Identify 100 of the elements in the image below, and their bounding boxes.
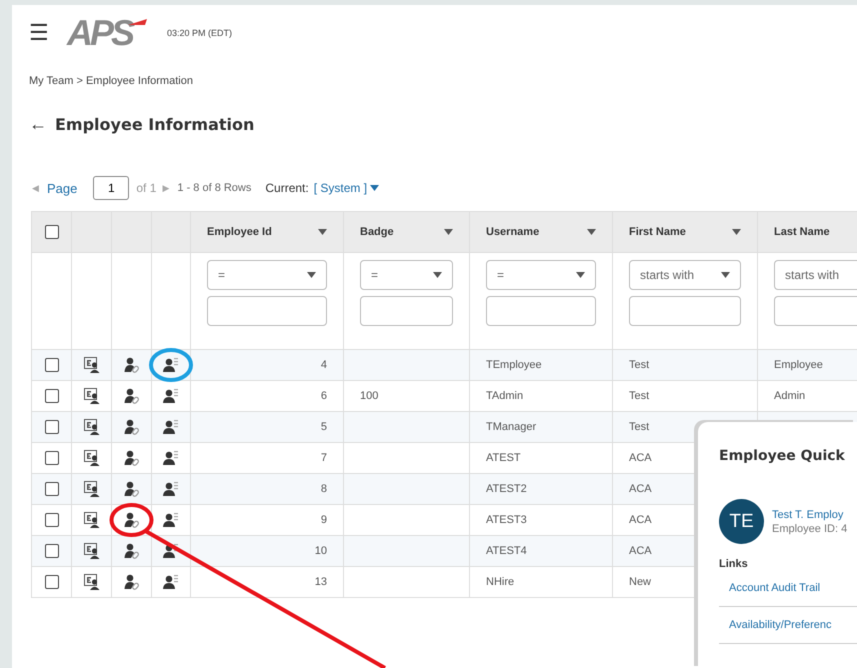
checkbox[interactable]: [44, 451, 58, 465]
table-cell: Admin: [774, 390, 806, 402]
table-cell: Employee: [774, 359, 823, 371]
table-cell: ATEST3: [486, 514, 527, 526]
table-cell: NHire: [486, 576, 514, 588]
page-input[interactable]: 1: [93, 176, 130, 200]
caret-icon: [721, 272, 730, 278]
checkbox[interactable]: [44, 358, 58, 372]
column-header[interactable]: Last Name: [774, 226, 830, 238]
table-cell: New: [629, 576, 652, 588]
column-header[interactable]: Badge: [360, 226, 394, 238]
person-list-icon[interactable]: [163, 543, 179, 559]
caret-icon: [318, 229, 327, 235]
employee-name-link[interactable]: Test T. Employ: [772, 508, 848, 520]
table-cell: Test: [629, 421, 650, 433]
table-cell: 9: [320, 514, 327, 526]
table-cell: TManager: [486, 421, 536, 433]
table-cell: ACA: [629, 545, 652, 557]
filter-dropdown[interactable]: =: [207, 260, 327, 290]
person-link-icon[interactable]: [124, 574, 140, 590]
link[interactable]: Account Audit Trail: [729, 582, 820, 594]
table-cell: 10: [314, 545, 327, 557]
checkbox[interactable]: [44, 420, 58, 434]
person-list-icon[interactable]: [163, 419, 179, 435]
contact-card-icon[interactable]: [84, 419, 100, 435]
caret-icon: [370, 185, 380, 191]
filter-dropdown[interactable]: =: [486, 260, 596, 290]
person-list-icon[interactable]: [163, 388, 179, 404]
person-link-icon[interactable]: [124, 388, 140, 404]
person-link-icon[interactable]: [124, 450, 140, 466]
contact-card-icon[interactable]: [84, 512, 100, 528]
table-cell: 6: [320, 390, 327, 402]
column-header[interactable]: Username: [486, 226, 540, 238]
person-link-icon[interactable]: [124, 357, 140, 373]
filter-dropdown[interactable]: starts with: [774, 260, 857, 290]
person-link-icon[interactable]: [124, 419, 140, 435]
contact-card-icon[interactable]: [84, 574, 100, 590]
table-cell: Test: [629, 359, 650, 371]
table-cell: Test: [629, 390, 650, 402]
current-label: Current:: [265, 181, 309, 195]
person-list-icon[interactable]: [163, 357, 179, 373]
person-list-icon[interactable]: [163, 512, 179, 528]
view-selector[interactable]: [ System ]: [314, 181, 368, 195]
page-title: Employee Information: [55, 114, 254, 134]
caret-icon: [307, 272, 316, 278]
caret-icon: [587, 229, 596, 235]
checkbox[interactable]: [44, 544, 58, 558]
table-cell: TAdmin: [486, 390, 524, 402]
filter-field[interactable]: [486, 296, 596, 326]
caret-icon: [732, 229, 741, 235]
caret-icon: [433, 272, 442, 278]
column-header[interactable]: Employee Id: [207, 226, 272, 238]
contact-card-icon[interactable]: [84, 481, 100, 497]
table-cell: 8: [320, 483, 327, 495]
link[interactable]: Availability/Preferenc: [729, 619, 832, 631]
contact-card-icon[interactable]: [84, 357, 100, 373]
table-cell: ATEST2: [486, 483, 527, 495]
row-range: 1 - 8 of 8 Rows: [177, 182, 252, 194]
person-list-icon[interactable]: [163, 574, 179, 590]
menu-button[interactable]: ☰: [29, 20, 51, 46]
checkbox[interactable]: [44, 389, 58, 403]
back-button[interactable]: ←: [29, 114, 47, 134]
checkbox[interactable]: [44, 513, 58, 527]
table-cell: ACA: [629, 483, 652, 495]
contact-card-icon[interactable]: [84, 450, 100, 466]
person-link-icon[interactable]: [124, 481, 140, 497]
table-cell: ATEST: [486, 452, 521, 464]
page-count: of 1: [136, 181, 156, 195]
table-cell: 13: [314, 576, 327, 588]
table-cell: 100: [360, 390, 378, 402]
filter-field[interactable]: [360, 296, 453, 326]
caret-icon: [444, 229, 453, 235]
person-list-icon[interactable]: [163, 450, 179, 466]
table-cell: TEmployee: [486, 359, 542, 371]
page-label: Page: [47, 180, 78, 196]
avatar: TE: [719, 499, 764, 544]
column-header[interactable]: First Name: [629, 226, 686, 238]
table-cell: ACA: [629, 452, 652, 464]
filter-field[interactable]: [629, 296, 741, 326]
table-cell: 5: [320, 421, 327, 433]
section-label: Links: [719, 558, 749, 570]
person-link-icon[interactable]: [124, 512, 140, 528]
filter-dropdown[interactable]: =: [360, 260, 453, 290]
table-cell: ATEST4: [486, 545, 527, 557]
caret-icon: [576, 272, 585, 278]
contact-card-icon[interactable]: [84, 388, 100, 404]
table-cell: 7: [320, 452, 327, 464]
filter-field[interactable]: [207, 296, 327, 326]
person-list-icon[interactable]: [163, 481, 179, 497]
table-cell: ACA: [629, 514, 652, 526]
checkbox[interactable]: [44, 575, 58, 589]
checkbox[interactable]: [44, 482, 58, 496]
contact-card-icon[interactable]: [84, 543, 100, 559]
person-link-icon[interactable]: [124, 543, 140, 559]
table-cell: 4: [320, 359, 327, 371]
filter-dropdown[interactable]: starts with: [629, 260, 741, 290]
logo: APS: [67, 12, 132, 54]
employee-id: Employee ID: 4: [772, 522, 848, 534]
checkbox[interactable]: [44, 225, 58, 239]
panel-title: Employee Quick: [719, 448, 846, 464]
